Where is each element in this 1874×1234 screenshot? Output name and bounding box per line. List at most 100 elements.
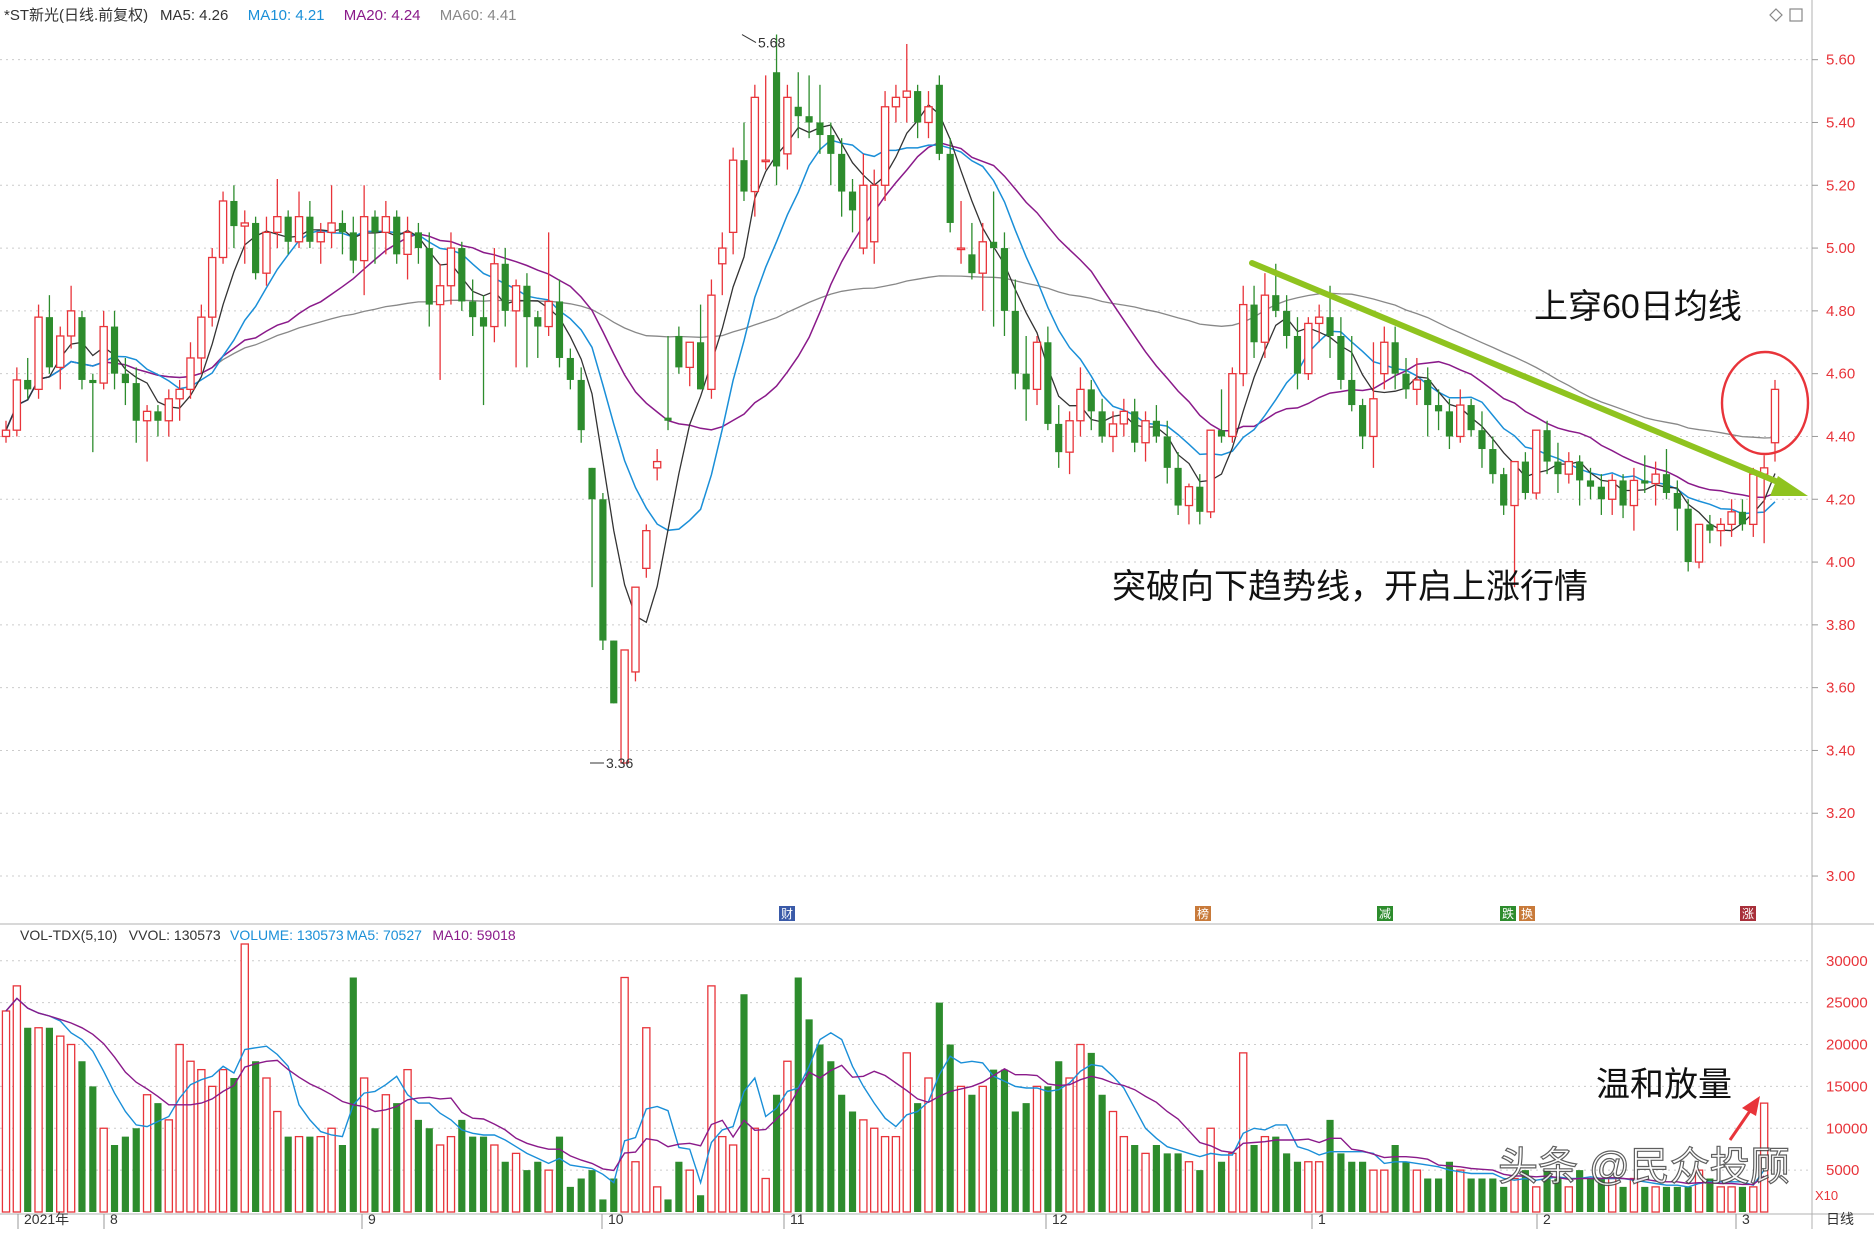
volume-bar: [56, 1035, 65, 1213]
candle-body: [1238, 303, 1248, 375]
x-tick-label: 3: [1742, 1211, 1750, 1227]
high-label: 5.68: [758, 35, 785, 51]
volume-bar: [848, 1111, 857, 1212]
volume-bar: [66, 1043, 76, 1213]
candle-body: [327, 222, 336, 234]
candle-body: [12, 379, 22, 431]
candle-body: [1521, 461, 1529, 493]
candle-body: [805, 116, 813, 123]
volume-bar: [1641, 1186, 1649, 1212]
candle-body: [469, 301, 477, 318]
candle-body: [783, 96, 792, 155]
candle-body: [490, 263, 499, 328]
volume-bar: [1424, 1178, 1432, 1212]
candle-body: [1478, 430, 1486, 450]
volume-arrow-head: [1742, 1096, 1760, 1116]
candle-body: [1119, 410, 1129, 425]
candle-body: [1564, 460, 1574, 475]
candle-body: [1011, 310, 1019, 374]
volume-bar: [1228, 1152, 1237, 1213]
price-tick-label: 4.20: [1826, 491, 1855, 508]
low-label: 3.36: [606, 755, 633, 771]
candle-body: [620, 649, 629, 764]
candle-body: [902, 90, 912, 99]
moving-averages: [5, 103, 1776, 624]
candle-body: [1434, 405, 1443, 412]
volume-bar: [1500, 1186, 1508, 1212]
candle-body: [262, 231, 271, 274]
volume-bar: [306, 1136, 314, 1212]
volume-bar: [1260, 1135, 1270, 1213]
volume-bar: [1011, 1111, 1019, 1212]
volume-bar: [99, 1127, 108, 1213]
volume-bar: [1619, 1186, 1627, 1212]
candle-body: [577, 379, 585, 431]
candle-body: [511, 285, 521, 312]
candle-body: [479, 317, 488, 327]
volume-bar: [359, 1077, 369, 1213]
candle-body: [1087, 389, 1095, 412]
volume-bar: [1662, 1186, 1671, 1212]
candle-body: [728, 159, 738, 234]
candle-body: [1032, 341, 1042, 391]
candle-body: [696, 342, 705, 390]
volume-bar: [1055, 1061, 1063, 1212]
candle-body: [1510, 460, 1519, 507]
window-icon: [1789, 8, 1803, 22]
candle-body: [78, 317, 86, 380]
volume-bar: [1359, 1161, 1367, 1212]
volume-bar: [750, 1127, 760, 1213]
candle-body: [1412, 379, 1422, 391]
candle-body: [1662, 474, 1671, 493]
candle-body: [230, 200, 238, 227]
candle-body: [827, 135, 835, 154]
volume-legend-item: VVOL: 130573: [129, 927, 221, 943]
volume-bar: [1206, 1127, 1215, 1213]
annotation-trend-break: 突破向下趋势线，开启上涨行情: [1112, 568, 1588, 606]
candle-body: [664, 417, 672, 421]
candle-body: [523, 285, 531, 318]
volume-bar: [1651, 1186, 1660, 1213]
volume-bar: [1391, 1145, 1399, 1212]
volume-bar: [349, 977, 357, 1212]
candle-body: [371, 216, 379, 233]
candle-body: [707, 294, 716, 391]
candle-body: [403, 231, 412, 255]
candle-body: [338, 222, 347, 233]
volume-tick-label: 25000: [1826, 995, 1868, 1012]
volume-bar: [262, 1077, 271, 1213]
candle-body: [1098, 411, 1106, 437]
volume-bar: [1467, 1178, 1475, 1212]
volume-bar: [1304, 1161, 1313, 1213]
candle-body: [642, 530, 651, 569]
candlestick-chart: 5.60 5.40 5.20 5.00 4.80 4.60 4.40 4.20 4.00 3.80…: [0, 0, 1874, 1229]
volume-bar: [435, 1144, 445, 1213]
candle-body: [24, 379, 32, 390]
ma-legend-item: MA10: 4.21: [248, 7, 325, 24]
volume-bar: [891, 1135, 901, 1213]
candle-body: [946, 153, 954, 223]
event-marker: 涨: [1742, 906, 1754, 921]
annotation-volume: 温和放量: [1596, 1066, 1732, 1104]
x-tick-label: 11: [790, 1211, 805, 1227]
event-marker: 榜: [1197, 906, 1209, 921]
period-label: 日线: [1826, 1211, 1854, 1227]
candle-body: [66, 310, 76, 337]
candle-body: [1206, 429, 1215, 513]
volume-arrow-shaft: [1728, 1107, 1754, 1141]
candle-body: [838, 153, 846, 192]
candle-body: [186, 357, 195, 391]
volume-bar: [1250, 1145, 1258, 1212]
candle-body: [566, 357, 574, 380]
candle-body: [794, 106, 802, 117]
candle-body: [1716, 523, 1725, 532]
volume-bar: [1119, 1135, 1129, 1213]
candle-body: [1141, 420, 1150, 444]
candle-body: [1749, 473, 1758, 526]
volume-bar: [197, 1068, 206, 1213]
volume-bar: [338, 1145, 347, 1212]
event-marker: 跌: [1502, 906, 1514, 921]
candle-body: [142, 410, 152, 422]
volume-bar: [675, 1161, 683, 1212]
candle-body: [1554, 461, 1562, 475]
